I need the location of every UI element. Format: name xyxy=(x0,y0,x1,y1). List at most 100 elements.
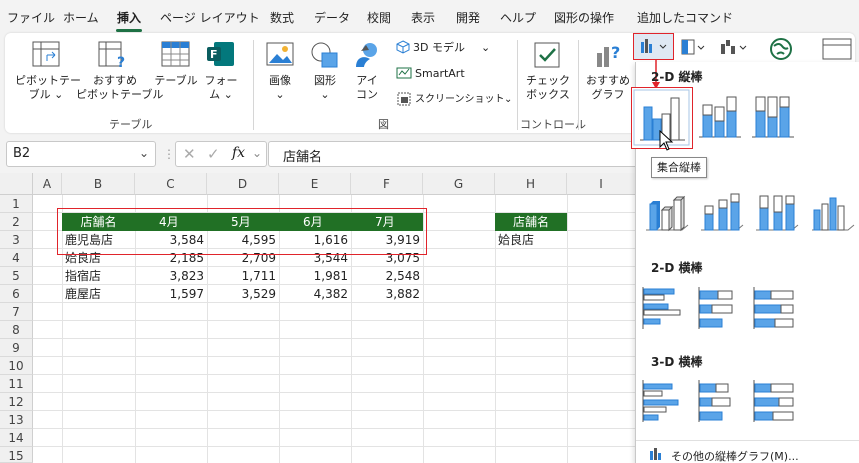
more-column-charts-item[interactable]: その他の縦棒グラフ(M)... xyxy=(671,448,799,463)
3d-stacked-column-icon[interactable] xyxy=(697,190,745,236)
gridline xyxy=(567,195,568,463)
name-box[interactable]: B2 ⌄ xyxy=(6,141,156,167)
enter-icon[interactable]: ✓ xyxy=(207,145,220,163)
row-header[interactable]: 8 xyxy=(0,321,33,339)
tab-file[interactable]: ファイル xyxy=(7,9,55,26)
row-header[interactable]: 5 xyxy=(0,267,33,285)
smartart-button[interactable]: SmartArt xyxy=(415,67,465,81)
chevron-down-icon[interactable]: ⌄ xyxy=(139,146,149,160)
cell-h3[interactable]: 姶良店 xyxy=(498,231,534,249)
column-header[interactable]: D xyxy=(207,173,279,195)
ribbon-separator xyxy=(253,40,254,130)
tab-home[interactable]: ホーム xyxy=(63,9,99,26)
map-chart-icon[interactable] xyxy=(768,36,794,62)
hierarchy-chart-icon[interactable] xyxy=(680,38,710,58)
picture-button[interactable]: 画像 ⌄ xyxy=(260,74,300,102)
more-options-icon[interactable]: ⋮ xyxy=(163,147,175,161)
table-cell[interactable]: 1,597 xyxy=(135,285,207,303)
row-header[interactable]: 15 xyxy=(0,447,33,463)
smartart-icon xyxy=(396,67,412,79)
clustered-bar-icon[interactable] xyxy=(641,285,687,331)
gridline xyxy=(33,446,636,447)
column-header[interactable]: A xyxy=(33,173,62,195)
column-chart-icon xyxy=(650,448,661,460)
column-header[interactable]: B xyxy=(62,173,135,195)
pivot-table-button[interactable]: ピボットテー ブル ⌄ xyxy=(15,74,81,102)
100-stacked-bar-icon[interactable] xyxy=(752,285,798,331)
3d-clustered-bar-icon[interactable] xyxy=(641,378,689,424)
tab-formulas[interactable]: 数式 xyxy=(270,9,294,26)
ribbon-separator xyxy=(578,40,579,130)
3d-column-icon[interactable] xyxy=(808,190,856,236)
checkbox-button[interactable]: チェック ボックス xyxy=(523,74,573,102)
table-cell[interactable]: 2,548 xyxy=(351,267,423,285)
pivot-chart-icon[interactable] xyxy=(822,38,854,62)
tab-review[interactable]: 校閲 xyxy=(367,9,391,26)
screenshot-button[interactable]: スクリーンショット xyxy=(415,93,505,107)
3d-100-stacked-column-icon[interactable] xyxy=(752,190,800,236)
row-header[interactable]: 13 xyxy=(0,411,33,429)
recommended-chart-button[interactable]: おすすめ グラフ xyxy=(585,74,631,102)
row-header[interactable]: 10 xyxy=(0,357,33,375)
column-header[interactable]: I xyxy=(567,173,636,195)
tab-data[interactable]: データ xyxy=(314,9,350,26)
tab-help[interactable]: ヘルプ xyxy=(500,9,536,26)
table-cell[interactable]: 鹿屋店 xyxy=(65,285,101,303)
gridline xyxy=(33,410,636,411)
header-cell-h2[interactable]: 店舗名 xyxy=(495,213,567,231)
icons-button[interactable]: アイ コン xyxy=(350,74,384,102)
column-chart-dropdown-button[interactable] xyxy=(633,33,675,60)
column-header[interactable]: C xyxy=(135,173,207,195)
tab-added-commands[interactable]: 追加したコマンド xyxy=(637,9,733,26)
table-button[interactable]: テーブル xyxy=(152,74,200,88)
tooltip: 集合縦棒 xyxy=(651,157,707,178)
column-header[interactable]: E xyxy=(279,173,351,195)
table-cell[interactable]: 1,981 xyxy=(279,267,351,285)
tab-insert[interactable]: 挿入 xyxy=(117,9,141,26)
100-stacked-column-icon[interactable] xyxy=(750,93,796,139)
row-header[interactable]: 1 xyxy=(0,195,33,213)
insert-function-button[interactable]: fx xyxy=(232,145,245,161)
row-header[interactable]: 4 xyxy=(0,249,33,267)
tab-developer[interactable]: 開発 xyxy=(456,9,480,26)
waterfall-chart-icon[interactable] xyxy=(718,36,752,58)
cube-3d-icon xyxy=(396,40,410,54)
forms-button[interactable]: フォー ム ⌄ xyxy=(200,74,242,102)
3d-stacked-bar-icon[interactable] xyxy=(697,378,745,424)
menu-separator xyxy=(636,440,859,441)
row-header[interactable]: 14 xyxy=(0,429,33,447)
select-all-corner[interactable] xyxy=(0,173,33,195)
table-cell[interactable]: 4,382 xyxy=(279,285,351,303)
table-cell[interactable]: 3,882 xyxy=(351,285,423,303)
row-header[interactable]: 11 xyxy=(0,375,33,393)
3d-clustered-column-icon[interactable] xyxy=(642,190,690,236)
group-label-table: テーブル xyxy=(109,118,153,131)
gridline xyxy=(33,320,636,321)
row-header[interactable]: 7 xyxy=(0,303,33,321)
column-header[interactable]: F xyxy=(351,173,423,195)
table-cell[interactable]: 指宿店 xyxy=(65,267,101,285)
gridline xyxy=(33,374,636,375)
column-header[interactable]: H xyxy=(495,173,567,195)
row-header[interactable]: 6 xyxy=(0,285,33,303)
3d-models-button[interactable]: 3D モデル xyxy=(413,41,465,55)
row-header[interactable]: 9 xyxy=(0,339,33,357)
formula-input[interactable]: 店舗名 xyxy=(268,141,638,167)
row-header[interactable]: 3 xyxy=(0,231,33,249)
column-header[interactable]: G xyxy=(423,173,495,195)
tab-view[interactable]: 表示 xyxy=(411,9,435,26)
recommended-pivot-button[interactable]: おすすめ ピボットテーブル xyxy=(76,74,163,102)
3d-100-stacked-bar-icon[interactable] xyxy=(752,378,800,424)
table-cell[interactable]: 1,711 xyxy=(207,267,279,285)
stacked-bar-icon[interactable] xyxy=(697,285,743,331)
tab-page-layout[interactable]: ページ レイアウト xyxy=(160,9,260,26)
table-cell[interactable]: 3,529 xyxy=(207,285,279,303)
chevron-down-icon[interactable]: ⌄ xyxy=(252,146,262,160)
row-header[interactable]: 12 xyxy=(0,393,33,411)
tab-shape-format[interactable]: 図形の操作 xyxy=(554,9,614,26)
stacked-column-icon[interactable] xyxy=(697,93,743,139)
cancel-icon[interactable]: ✕ xyxy=(183,145,196,163)
table-cell[interactable]: 3,823 xyxy=(135,267,207,285)
shapes-button[interactable]: 図形 ⌄ xyxy=(305,74,345,102)
row-header[interactable]: 2 xyxy=(0,213,33,231)
